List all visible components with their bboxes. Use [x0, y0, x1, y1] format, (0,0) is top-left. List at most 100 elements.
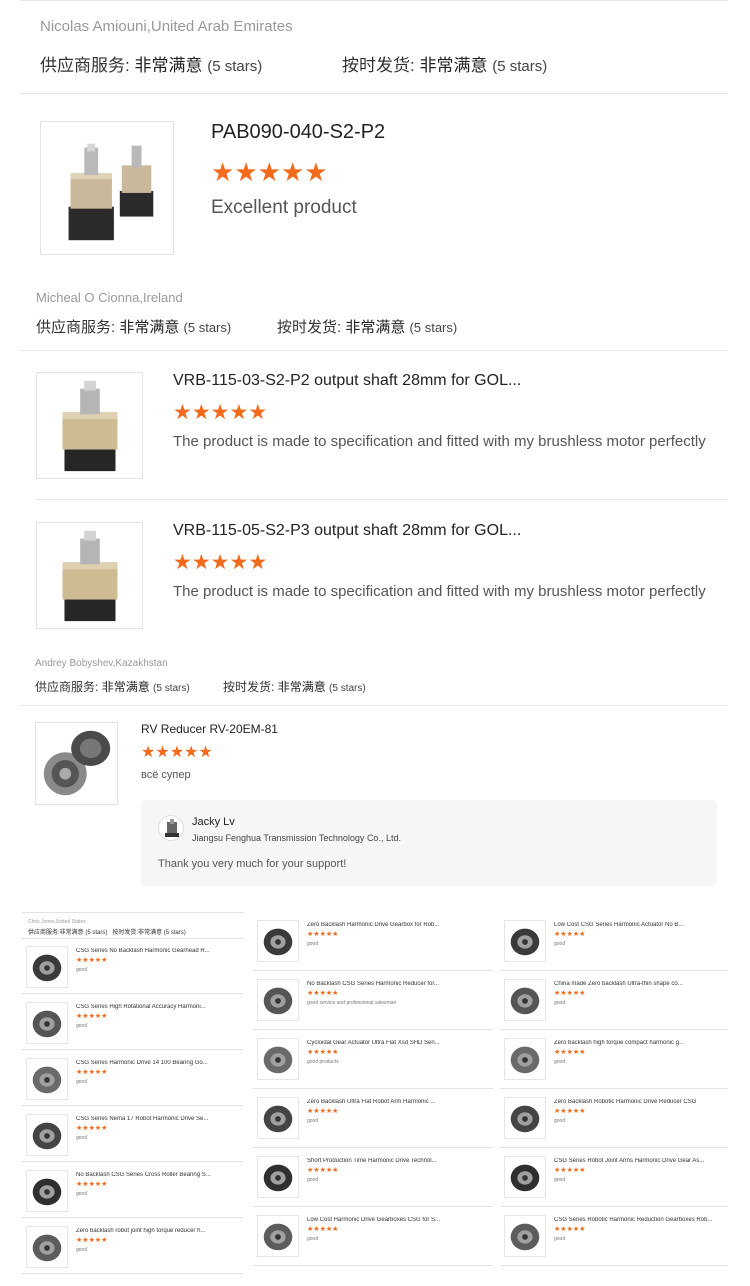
- mini-review-item[interactable]: CSG Series Harmonic Drive 14 100 Bearing…: [22, 1050, 244, 1106]
- mini-review-item[interactable]: Short Production Time Harmonic Drive Tec…: [253, 1148, 493, 1207]
- mini-product-title[interactable]: Low Cost CSG Series Harmonic Actuator No…: [554, 922, 683, 928]
- mini-review-comment: good: [76, 1023, 88, 1029]
- product-image[interactable]: [35, 722, 118, 805]
- mini-product-title[interactable]: China made Zero backlash Ultra-thin shap…: [554, 981, 683, 987]
- mini-review-item[interactable]: CSG Series Robot Joint Arms Harmonic Dri…: [500, 1148, 728, 1207]
- product-title[interactable]: VRB-115-03-S2-P2 output shaft 28mm for G…: [173, 372, 713, 390]
- mini-product-image[interactable]: [504, 1215, 546, 1257]
- product-title[interactable]: RV Reducer RV-20EM-81: [141, 722, 278, 736]
- mini-rating-stars: ★ ★ ★ ★ ★: [554, 1167, 585, 1174]
- mini-product-image[interactable]: [504, 979, 546, 1021]
- mini-product-image[interactable]: [26, 1170, 68, 1212]
- mini-product-image[interactable]: [504, 1156, 546, 1198]
- product-image[interactable]: [40, 121, 174, 255]
- mini-product-title[interactable]: CSG Series Harmonic Drive 14 100 Bearing…: [76, 1060, 208, 1066]
- supplier-service-value: 非常满意: [101, 680, 150, 694]
- mini-review-item[interactable]: Zero backlash robot joint high torque re…: [22, 1218, 244, 1274]
- mini-review-item[interactable]: No Backlash CSG Series Harmonic Reducer …: [253, 971, 493, 1030]
- reply-message: Thank you very much for your support!: [158, 858, 347, 870]
- mini-product-title[interactable]: CSG Series Nema 17 Robot Harmonic Drive …: [76, 1116, 208, 1122]
- mini-product-image[interactable]: [26, 1058, 68, 1100]
- rating-stars: ★ ★ ★ ★ ★: [211, 159, 328, 185]
- reply-company: Jiangsu Fenghua Transmission Technology …: [192, 833, 401, 843]
- star-icon: ★: [248, 401, 268, 424]
- star-icon: ★: [191, 401, 211, 424]
- delivery-label: 按时发货:: [342, 56, 415, 75]
- mini-product-title[interactable]: CSG Series Robot Joint Arms Harmonic Dri…: [554, 1158, 704, 1164]
- mini-product-title[interactable]: Short Production Time Harmonic Drive Tec…: [307, 1158, 437, 1164]
- reviewer-name: Nicolas Amiouni,United Arab Emirates: [40, 18, 293, 35]
- mini-review-item[interactable]: Zero Backlash Robotic Harmonic Drive Red…: [500, 1089, 728, 1148]
- rating-stars: ★ ★ ★ ★ ★: [173, 552, 267, 573]
- mini-rating-stars: ★ ★ ★ ★ ★: [76, 1069, 107, 1076]
- mini-review-item[interactable]: Low Cost Harmonic Drive Gearboxes CSG fo…: [253, 1207, 493, 1266]
- star-icon: ★: [257, 157, 281, 187]
- mini-review-item[interactable]: CSG Series High Rotational Accuracy Harm…: [22, 994, 244, 1050]
- mini-product-title[interactable]: CSG Series No Backlash Harmonic Gearhead…: [76, 948, 210, 954]
- mini-product-title[interactable]: CSG Series Robotic Harmonic Reduction Ge…: [554, 1217, 712, 1223]
- mini-product-image[interactable]: [504, 920, 546, 962]
- reply-name: Jacky Lv: [192, 816, 235, 828]
- mini-product-title[interactable]: Zero Backlash Ultra Flat Robot Arm Harmo…: [307, 1099, 435, 1105]
- product-title[interactable]: PAB090-040-S2-P2: [211, 121, 385, 144]
- mini-review-item[interactable]: Low Cost CSG Series Harmonic Actuator No…: [500, 912, 728, 971]
- star-icon: ★: [579, 931, 586, 938]
- mini-product-image[interactable]: [504, 1038, 546, 1080]
- mini-review-item[interactable]: Zero Backlash Harmonic Drive Gearbox for…: [253, 912, 493, 971]
- mini-rating-stars: ★ ★ ★ ★ ★: [554, 990, 585, 997]
- mini-review-item[interactable]: CSG Series Robotic Harmonic Reduction Ge…: [500, 1207, 728, 1266]
- supplier-service-label: 供应商服务:: [28, 930, 60, 936]
- mini-product-title[interactable]: Zero Backlash Harmonic Drive Gearbox for…: [307, 922, 439, 928]
- star-icon: ★: [248, 551, 268, 574]
- mini-review-comment: good: [76, 1191, 88, 1197]
- mini-review-item[interactable]: Zero Backlash Ultra Flat Robot Arm Harmo…: [253, 1089, 493, 1148]
- mini-product-title[interactable]: Cycloidal Gear Actuator Ultra Flat Xsd S…: [307, 1040, 440, 1046]
- mini-review-comment: good service and professional salesman: [307, 1000, 397, 1006]
- product-image[interactable]: [36, 372, 143, 479]
- star-icon: ★: [141, 744, 156, 761]
- mini-product-image[interactable]: [26, 1002, 68, 1044]
- mini-product-image[interactable]: [257, 1097, 299, 1139]
- mini-review-comment: good: [554, 1059, 566, 1065]
- mini-product-image[interactable]: [26, 1114, 68, 1156]
- supplier-service-rating: 供应商服务: 非常满意 (5 stars): [35, 678, 190, 695]
- star-icon: ★: [173, 401, 192, 424]
- gearbox-image: [62, 530, 118, 622]
- mini-rating-stars: ★ ★ ★ ★ ★: [76, 957, 107, 964]
- mini-review-item[interactable]: Zero backlash high torque compact harmon…: [500, 1030, 728, 1089]
- mini-product-title[interactable]: No Backlash CSG Series Cross Roller Bear…: [76, 1172, 211, 1178]
- mini-review-comment: good products: [307, 1059, 339, 1065]
- mini-review-item[interactable]: CSG Series No Backlash Harmonic Gearhead…: [22, 938, 244, 994]
- mini-rating-stars: ★ ★ ★ ★ ★: [307, 1108, 338, 1115]
- mini-review-comment: good: [76, 1247, 88, 1253]
- mini-product-title[interactable]: Zero backlash robot joint high torque re…: [76, 1228, 205, 1234]
- mini-review-comment: good: [307, 941, 319, 947]
- mini-product-image[interactable]: [504, 1097, 546, 1139]
- star-icon: ★: [210, 551, 230, 574]
- mini-product-title[interactable]: Zero Backlash Robotic Harmonic Drive Red…: [554, 1099, 696, 1105]
- mini-product-image[interactable]: [257, 1156, 299, 1198]
- supplier-service-rating: 供应商服务: 非常满意 (5 stars): [36, 316, 231, 337]
- mini-product-title[interactable]: No Backlash CSG Series Harmonic Reducer …: [307, 981, 439, 987]
- mini-product-title[interactable]: Low Cost Harmonic Drive Gearboxes CSG fo…: [307, 1217, 440, 1223]
- mini-product-image[interactable]: [257, 1215, 299, 1257]
- mini-review-comment: good: [307, 1236, 319, 1242]
- delivery-rating: 按时发货: 非常满意 (5 stars): [342, 51, 547, 76]
- mini-product-image[interactable]: [26, 1226, 68, 1268]
- product-image[interactable]: [36, 522, 143, 629]
- mini-review-item[interactable]: CSG Series Nema 17 Robot Harmonic Drive …: [22, 1106, 244, 1162]
- mini-product-image[interactable]: [257, 979, 299, 1021]
- mini-product-image[interactable]: [257, 920, 299, 962]
- mini-rating-stars: ★ ★ ★ ★ ★: [554, 931, 585, 938]
- star-icon: ★: [332, 1167, 339, 1174]
- mini-review-item[interactable]: Cycloidal Gear Actuator Ultra Flat Xsd S…: [253, 1030, 493, 1089]
- star-icon: ★: [280, 157, 305, 187]
- mini-review-item[interactable]: No Backlash CSG Series Cross Roller Bear…: [22, 1162, 244, 1218]
- product-title[interactable]: VRB-115-05-S2-P3 output shaft 28mm for G…: [173, 522, 713, 540]
- mini-rating-stars: ★ ★ ★ ★ ★: [307, 1049, 338, 1056]
- mini-product-image[interactable]: [257, 1038, 299, 1080]
- mini-product-title[interactable]: CSG Series High Rotational Accuracy Harm…: [76, 1004, 206, 1010]
- mini-product-title[interactable]: Zero backlash high torque compact harmon…: [554, 1040, 684, 1046]
- mini-product-image[interactable]: [26, 946, 68, 988]
- mini-review-item[interactable]: China made Zero backlash Ultra-thin shap…: [500, 971, 728, 1030]
